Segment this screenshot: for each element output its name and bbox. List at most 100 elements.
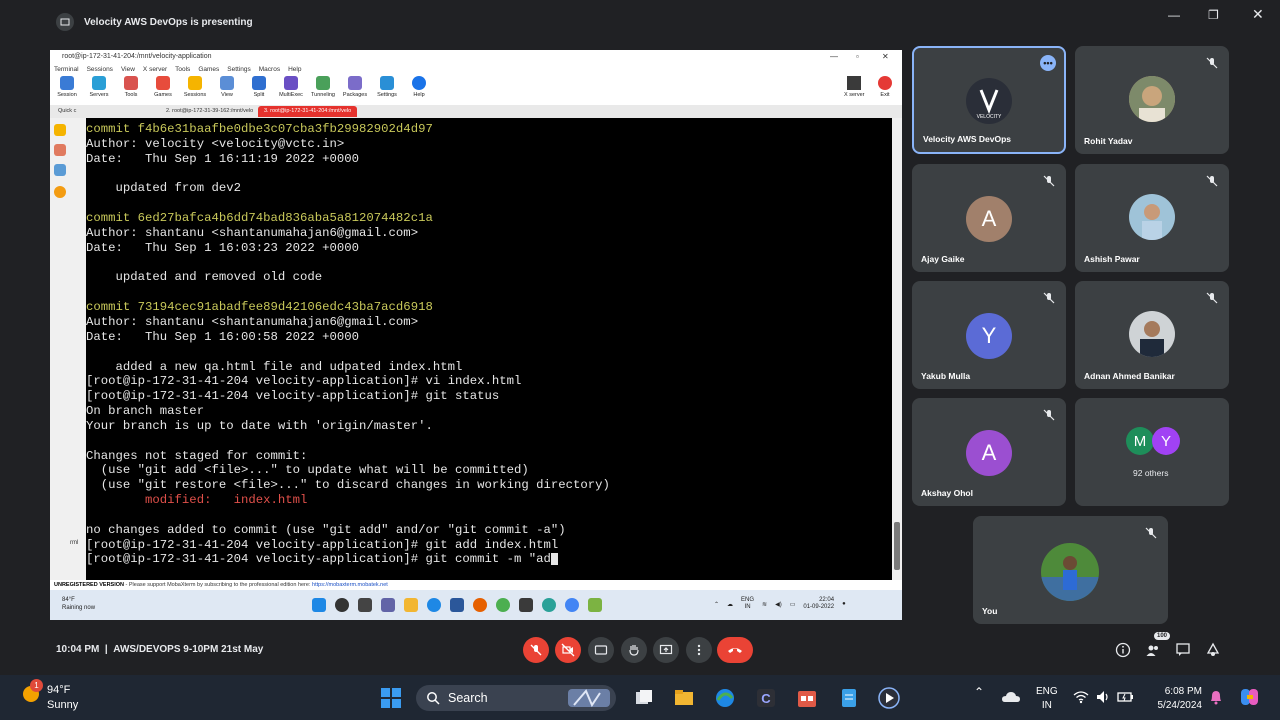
info-icon[interactable] bbox=[1115, 642, 1131, 658]
terminal-output[interactable]: commit f4b6e31baafbe0dbe3c07cba3fb299829… bbox=[86, 118, 892, 580]
chrome-icon[interactable] bbox=[496, 598, 510, 612]
system-clock[interactable]: 6:08 PM 5/24/2024 bbox=[1150, 685, 1203, 713]
star-icon[interactable] bbox=[54, 124, 66, 136]
task-view-icon[interactable] bbox=[358, 598, 372, 612]
tool-sessions[interactable]: Sessions bbox=[182, 76, 208, 104]
menu-macros[interactable]: Macros bbox=[259, 66, 280, 76]
weather-text[interactable]: 94°F Sunny bbox=[47, 683, 78, 713]
tool-view[interactable]: View bbox=[214, 76, 240, 104]
others-tile[interactable]: M Y 92 others bbox=[1075, 398, 1229, 506]
menu-view[interactable]: View bbox=[121, 66, 135, 76]
tool-tunneling[interactable]: Tunneling bbox=[310, 76, 336, 104]
mobaxterm-icon[interactable] bbox=[519, 598, 533, 612]
participant-tile-ashish[interactable]: Ashish Pawar bbox=[1075, 164, 1229, 272]
participant-tile-akshay[interactable]: A Akshay Ohol bbox=[912, 398, 1066, 506]
tool-split[interactable]: Split bbox=[246, 76, 272, 104]
support-link[interactable]: https://mobaxterm.mobatek.net bbox=[312, 582, 388, 588]
tool-help[interactable]: Help bbox=[406, 76, 432, 104]
tool-settings[interactable]: Settings bbox=[374, 76, 400, 104]
weather-widget[interactable]: 1 bbox=[20, 679, 43, 710]
vs-code-icon[interactable]: C bbox=[755, 687, 777, 709]
more-options-button[interactable] bbox=[686, 637, 712, 663]
mx-maximize-icon[interactable]: ▫ bbox=[856, 52, 859, 61]
store-icon[interactable] bbox=[450, 598, 464, 612]
search-icon[interactable] bbox=[335, 598, 349, 612]
menu-tools[interactable]: Tools bbox=[175, 66, 190, 76]
battery-icon[interactable] bbox=[1117, 689, 1135, 705]
tab-session-2[interactable]: 2. root@ip-172-31-39-162:/mnt/velo bbox=[160, 106, 259, 117]
notification-bell-icon[interactable] bbox=[1209, 689, 1223, 705]
inner-lang[interactable]: ENG IN bbox=[741, 597, 754, 611]
tray-chevron-icon[interactable]: ⌃ bbox=[714, 601, 719, 608]
chat-icon[interactable] bbox=[1175, 642, 1191, 658]
menu-sessions[interactable]: Sessions bbox=[87, 66, 113, 76]
participant-tile-ajay[interactable]: A Ajay Gaike bbox=[912, 164, 1066, 272]
participant-tile-velocity[interactable]: ••• VELOCITY Velocity AWS DevOps bbox=[912, 46, 1066, 154]
macros-icon[interactable] bbox=[54, 164, 66, 176]
mx-close-icon[interactable]: ✕ bbox=[882, 52, 889, 61]
inner-clock[interactable]: 22:04 01-09-2022 bbox=[803, 597, 834, 611]
tray-chevron-icon[interactable]: ⌃ bbox=[974, 685, 984, 699]
volume-icon[interactable] bbox=[1095, 689, 1111, 705]
mic-button[interactable] bbox=[523, 637, 549, 663]
edge-icon[interactable] bbox=[427, 598, 441, 612]
paint-icon[interactable] bbox=[588, 598, 602, 612]
people-icon[interactable] bbox=[1145, 642, 1161, 658]
windows-start-icon[interactable] bbox=[380, 687, 402, 709]
self-tile[interactable]: You bbox=[973, 516, 1168, 624]
menu-settings[interactable]: Settings bbox=[227, 66, 251, 76]
tab-session-3[interactable]: 3. root@ip-172-31-41-204:/mnt/velo bbox=[258, 106, 358, 117]
participant-tile-adnan[interactable]: Adnan Ahmed Banikar bbox=[1075, 281, 1229, 389]
tool-servers[interactable]: Servers bbox=[86, 76, 112, 104]
chat-icon[interactable] bbox=[381, 598, 395, 612]
firefox-icon[interactable] bbox=[473, 598, 487, 612]
tray-battery-icon[interactable]: ▭ bbox=[790, 601, 796, 608]
tray-cloud-icon[interactable]: ☁ bbox=[727, 601, 733, 608]
store-icon[interactable] bbox=[796, 687, 818, 709]
tool-packages[interactable]: Packages bbox=[342, 76, 368, 104]
app-icon[interactable] bbox=[542, 598, 556, 612]
terminal-scrollbar[interactable] bbox=[892, 118, 902, 580]
menu-games[interactable]: Games bbox=[198, 66, 219, 76]
menu-xserver[interactable]: X server bbox=[143, 66, 167, 76]
file-explorer-icon[interactable] bbox=[404, 598, 418, 612]
quick-connect[interactable]: Quick c bbox=[52, 106, 82, 117]
sftp-icon[interactable] bbox=[54, 186, 66, 198]
task-view-icon[interactable] bbox=[633, 687, 655, 709]
scroll-thumb[interactable] bbox=[894, 522, 900, 570]
tray-wifi-icon[interactable]: ≋ bbox=[762, 601, 767, 608]
more-options-icon[interactable]: ••• bbox=[1040, 55, 1056, 71]
notepad-icon[interactable] bbox=[838, 687, 860, 709]
captions-button[interactable] bbox=[588, 637, 614, 663]
present-button[interactable] bbox=[653, 637, 679, 663]
media-player-icon[interactable] bbox=[878, 687, 900, 709]
taskbar-search[interactable]: Search bbox=[416, 685, 616, 711]
tray-volume-icon[interactable]: ◀) bbox=[775, 601, 782, 608]
raise-hand-button[interactable] bbox=[621, 637, 647, 663]
chrome-alt-icon[interactable] bbox=[565, 598, 579, 612]
participant-tile-yakub[interactable]: Y Yakub Mulla bbox=[912, 281, 1066, 389]
tool-exit[interactable]: Exit bbox=[878, 76, 892, 98]
close-icon[interactable]: ✕ bbox=[1252, 6, 1264, 23]
mx-minimize-icon[interactable]: — bbox=[830, 52, 838, 61]
tool-session[interactable]: Session bbox=[54, 76, 80, 104]
wifi-icon[interactable] bbox=[1073, 689, 1089, 705]
windows-start-icon[interactable] bbox=[312, 598, 326, 612]
participant-tile-rohit[interactable]: Rohit Yadav bbox=[1075, 46, 1229, 154]
camera-button[interactable] bbox=[555, 637, 581, 663]
leave-call-button[interactable] bbox=[717, 637, 753, 663]
tool-games[interactable]: Games bbox=[150, 76, 176, 104]
onedrive-icon[interactable] bbox=[1001, 689, 1021, 705]
tool-xserver[interactable]: X server bbox=[844, 76, 864, 98]
menu-terminal[interactable]: Terminal bbox=[54, 66, 79, 76]
minimize-icon[interactable]: — bbox=[1168, 8, 1180, 22]
file-explorer-icon[interactable] bbox=[673, 687, 695, 709]
notification-icon[interactable]: ● bbox=[842, 601, 846, 607]
tool-multiexec[interactable]: MultiExec bbox=[278, 76, 304, 104]
activities-icon[interactable] bbox=[1205, 642, 1221, 658]
menu-help[interactable]: Help bbox=[288, 66, 301, 76]
edge-icon[interactable] bbox=[714, 687, 736, 709]
tool-tools[interactable]: Tools bbox=[118, 76, 144, 104]
copilot-icon[interactable] bbox=[1239, 686, 1261, 708]
tools-icon[interactable] bbox=[54, 144, 66, 156]
